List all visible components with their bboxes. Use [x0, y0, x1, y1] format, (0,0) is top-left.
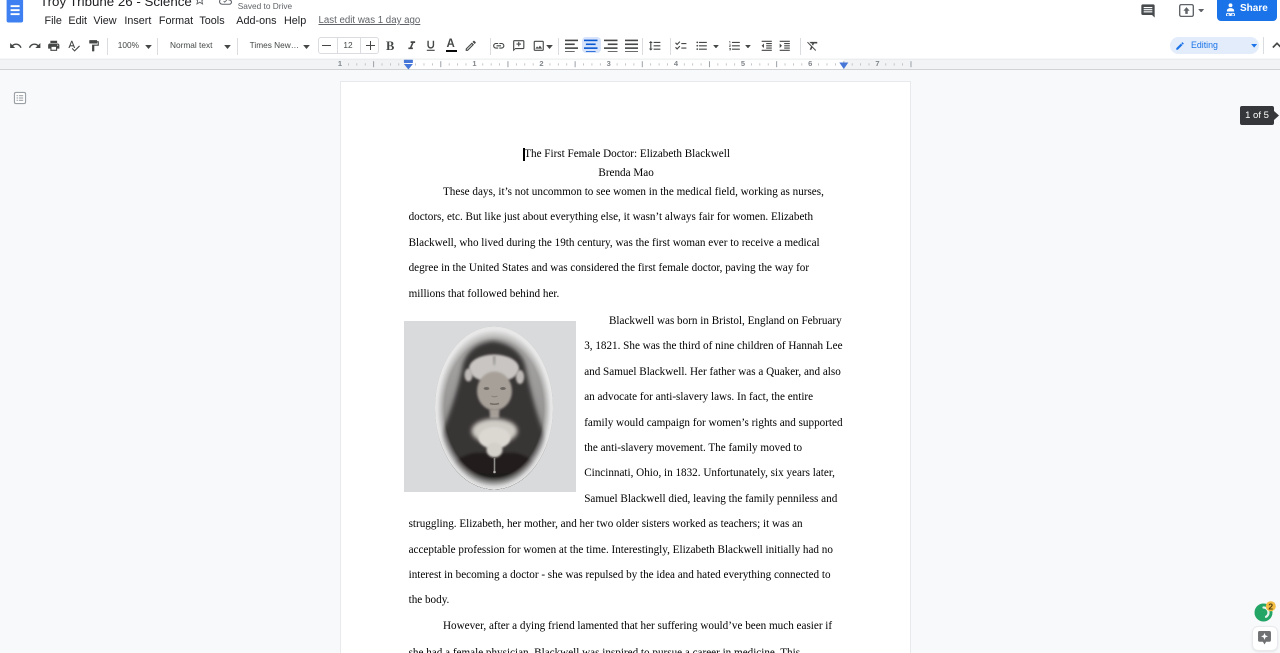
- svg-text:1: 1: [472, 59, 476, 68]
- svg-text:2: 2: [539, 59, 543, 68]
- svg-text:5: 5: [741, 59, 745, 68]
- svg-text:7: 7: [875, 59, 879, 68]
- svg-text:2: 2: [1268, 601, 1273, 611]
- svg-text:1: 1: [338, 59, 342, 68]
- svg-text:3: 3: [607, 59, 611, 68]
- svg-text:6: 6: [808, 59, 812, 68]
